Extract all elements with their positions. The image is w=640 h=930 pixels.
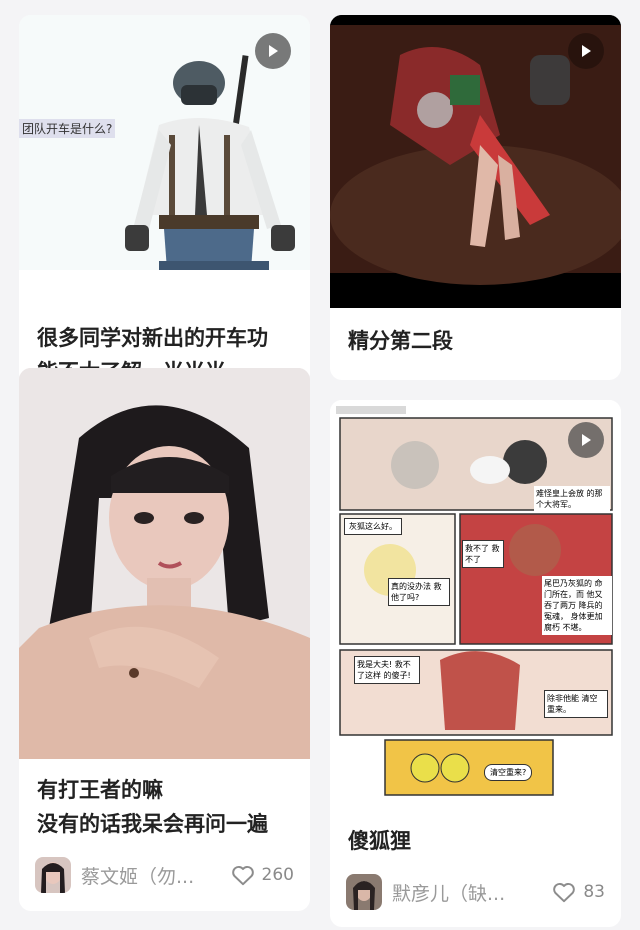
card-4-comic-image[interactable]: 灰狐这么好。 救不了 救不了 真的没办法 救他了吗? 难怪皇上会放 的那个大将军…	[330, 400, 621, 800]
card-2-title[interactable]: 精分第二段	[348, 324, 603, 358]
card-4-author-row: 默彦儿（缺... 83	[346, 872, 605, 912]
card-3-author-row: 蔡文姬（勿... 260	[35, 855, 294, 895]
card-3-title[interactable]: 有打王者的嘛 没有的话我呆会再问一遍	[37, 773, 292, 841]
play-icon[interactable]	[255, 33, 291, 69]
comic-speech-bubble: 真的没办法 救他了吗?	[388, 578, 450, 606]
card-3-cover-image[interactable]	[19, 368, 310, 759]
comic-speech-bubble: 难怪皇上会放 的那个大将军。	[534, 486, 610, 512]
card-1-title-line1: 很多同学对新出的开车功	[37, 326, 268, 350]
comic-speech-bubble: 灰狐这么好。	[344, 518, 402, 535]
author-name[interactable]: 蔡文姬（勿...	[81, 862, 230, 889]
like-count: 83	[583, 882, 605, 902]
author-name[interactable]: 默彦儿（缺...	[392, 879, 551, 906]
feed-card-4[interactable]: 灰狐这么好。 救不了 救不了 真的没办法 救他了吗? 难怪皇上会放 的那个大将军…	[330, 400, 621, 927]
card-2-video-thumbnail[interactable]	[330, 15, 621, 308]
play-icon[interactable]	[568, 422, 604, 458]
comic-speech-bubble: 清空重来?	[484, 764, 533, 781]
avatar[interactable]	[35, 857, 71, 893]
like-button[interactable]: 83	[551, 879, 605, 905]
card-4-title[interactable]: 傻狐狸	[348, 824, 603, 858]
portrait-photo-image	[19, 368, 310, 759]
play-icon[interactable]	[568, 33, 604, 69]
feed-card-3[interactable]: 有打王者的嘛 没有的话我呆会再问一遍 蔡文姬（勿... 260	[19, 368, 310, 911]
comic-speech-bubble: 救不了 救不了	[462, 540, 504, 568]
comic-speech-bubble: 尾巴乃灰狐的 命门所在，而 他又吞了两万 降兵的冤魂， 身体更加腐朽 不堪。	[542, 576, 612, 635]
video-caption-overlay: 团队开车是什么?	[19, 119, 116, 138]
heart-icon	[231, 866, 254, 886]
card-3-title-line1: 有打王者的嘛	[37, 778, 163, 802]
comic-speech-bubble: 除非他能 清空重来。	[544, 690, 608, 718]
feed-card-1[interactable]: 团队开车是什么? 很多同学对新出的开车功 能不太了解，当当当	[19, 15, 310, 385]
feed-card-2[interactable]: 精分第二段	[330, 15, 621, 380]
like-button[interactable]: 260	[230, 862, 294, 888]
like-count: 260	[261, 865, 294, 885]
comic-speech-bubble: 我是大夫! 救不了这样 的傻子!	[354, 656, 420, 684]
card-1-video-thumbnail[interactable]: 团队开车是什么?	[19, 15, 310, 270]
card-3-title-line2: 没有的话我呆会再问一遍	[37, 812, 268, 836]
heart-icon	[553, 883, 576, 903]
avatar[interactable]	[346, 874, 382, 910]
